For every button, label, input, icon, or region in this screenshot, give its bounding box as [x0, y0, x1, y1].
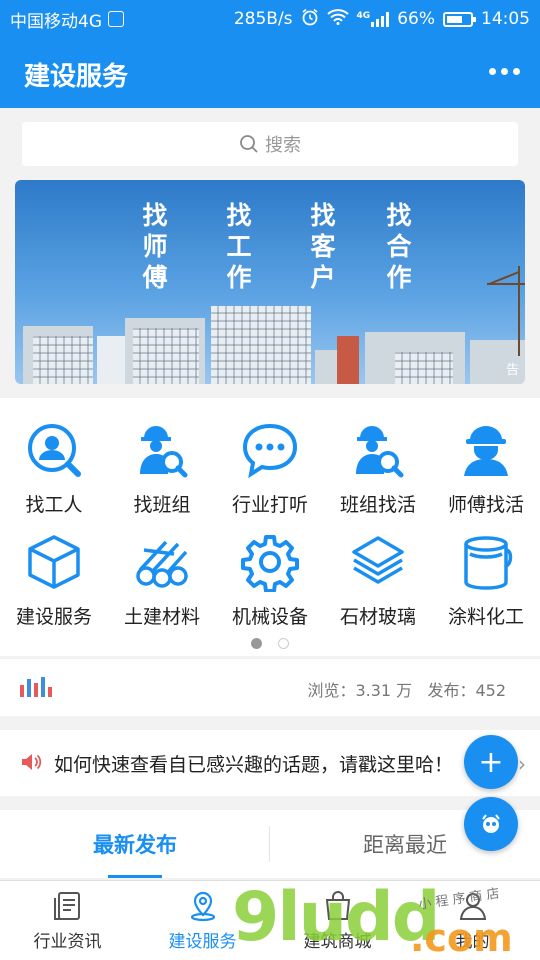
worker-search-icon [356, 426, 404, 478]
worker-search-icon [140, 426, 188, 478]
battery-percent: 66% [397, 9, 435, 29]
feed-tabs: 最新发布 距离最近 [0, 810, 540, 878]
more-menu-icon[interactable] [489, 68, 520, 75]
stats-text: 浏览：3.31 万 发布：452 [307, 677, 506, 701]
person-search-icon [28, 424, 81, 477]
page-title: 建设服务 [24, 62, 129, 92]
grid-item-label: 涂料化工 [447, 606, 524, 628]
page-indicator [0, 638, 540, 649]
paint-bucket-icon [464, 536, 513, 590]
app-header: 建设服务 [0, 38, 540, 108]
grid-item-find-worker[interactable]: 找工人 [0, 420, 108, 517]
alarm-icon [301, 8, 319, 31]
layers-icon [352, 536, 404, 584]
grid-item-label: 行业打听 [231, 494, 308, 516]
search-area: 搜索 [0, 108, 540, 176]
tab-latest[interactable]: 最新发布 [0, 810, 270, 878]
network-type: 4G [356, 11, 371, 21]
nav-label: 建设服务 [168, 932, 237, 952]
mascot-icon [482, 814, 500, 833]
grid-item-machinery[interactable]: 机械设备 [216, 532, 324, 629]
banner-text-4: 找合作 [383, 202, 412, 295]
hardhat-worker-icon [464, 426, 508, 476]
grid-item-find-team[interactable]: 找班组 [108, 420, 216, 517]
status-bar: 中国移动4G 285B/s 4G 66% 14:05 [0, 0, 540, 38]
grid-item-label: 土建材料 [123, 606, 200, 628]
grid-item-stone-glass[interactable]: 石材玻璃 [324, 532, 432, 629]
service-grid: 找工人 找班组 行业打听 班组找活 师傅找活 建设服务 土建材料 机械设备 石材… [0, 398, 540, 656]
location-icon [190, 891, 215, 922]
stats-bar: 浏览：3.31 万 发布：452 [0, 658, 540, 716]
grid-item-construction-service[interactable]: 建设服务 [0, 532, 108, 629]
views-count: 浏览：3.31 万 [307, 681, 413, 700]
notice-message: 如何快速查看自已感兴趣的话题，请戳这里哈！ [54, 754, 454, 776]
grid-item-label: 师傅找活 [447, 494, 524, 516]
chat-bubble-icon [242, 423, 298, 479]
chart-icon [20, 677, 52, 697]
posts-count: 发布：452 [427, 681, 506, 700]
wifi-icon [326, 8, 349, 30]
nav-item-news[interactable]: 行业资讯 [0, 881, 135, 960]
nav-item-mine[interactable]: 我的 [405, 881, 540, 960]
shopping-bag-icon [325, 891, 350, 920]
bottom-nav: 行业资讯 建设服务 建筑商城 我的 [0, 880, 540, 960]
notice-bar[interactable]: 如何快速查看自已感兴趣的话题，请戳这里哈！ › [0, 730, 540, 796]
clock: 14:05 [481, 9, 530, 29]
user-icon [459, 893, 486, 920]
nav-label: 建筑商城 [303, 932, 372, 952]
speaker-icon [22, 754, 42, 770]
grid-item-label: 石材玻璃 [339, 606, 416, 628]
page-dot-active [251, 638, 262, 649]
banner-text-2: 找工作 [223, 202, 252, 295]
gear-icon [241, 535, 299, 592]
grid-item-team-find-job[interactable]: 班组找活 [324, 420, 432, 517]
grid-item-label: 建设服务 [15, 606, 92, 628]
cube-icon [28, 535, 80, 589]
image-badge-icon [108, 11, 124, 27]
grid-item-label: 找工人 [25, 494, 83, 516]
search-icon [240, 135, 258, 153]
grid-item-civil-materials[interactable]: 土建材料 [108, 532, 216, 629]
signal-icon [371, 11, 390, 27]
nav-label: 行业资讯 [33, 932, 102, 952]
news-icon [53, 892, 80, 920]
grid-item-paint-chemical[interactable]: 涂料化工 [432, 532, 540, 629]
banner-text-3: 找客户 [307, 202, 336, 295]
grid-item-master-find-job[interactable]: 师傅找活 [432, 420, 540, 517]
grid-item-label: 找班组 [133, 494, 191, 516]
battery-icon [443, 11, 476, 27]
grid-item-inquiry[interactable]: 行业打听 [216, 420, 324, 517]
mascot-button[interactable] [464, 797, 518, 851]
banner-text-1: 找师傅 [139, 202, 168, 295]
pipes-icon [136, 540, 188, 588]
carrier-label: 中国移动4G [10, 11, 102, 32]
plus-icon: + [478, 744, 504, 780]
add-post-button[interactable]: + [464, 735, 518, 789]
ad-tag: 告 [505, 363, 519, 378]
grid-item-label: 机械设备 [231, 606, 308, 628]
nav-item-construction[interactable]: 建设服务 [135, 881, 270, 960]
net-speed: 285B/s [233, 9, 293, 29]
nav-label: 我的 [455, 932, 490, 952]
chevron-right-icon: › [518, 752, 526, 776]
search-placeholder: 搜索 [265, 135, 301, 156]
search-input[interactable]: 搜索 [22, 122, 518, 166]
page-dot[interactable] [278, 638, 289, 649]
promo-banner[interactable]: 找师傅 找工作 找客户 找合作 告 [15, 180, 525, 384]
grid-item-label: 班组找活 [339, 494, 416, 516]
nav-item-mall[interactable]: 建筑商城 [270, 881, 405, 960]
